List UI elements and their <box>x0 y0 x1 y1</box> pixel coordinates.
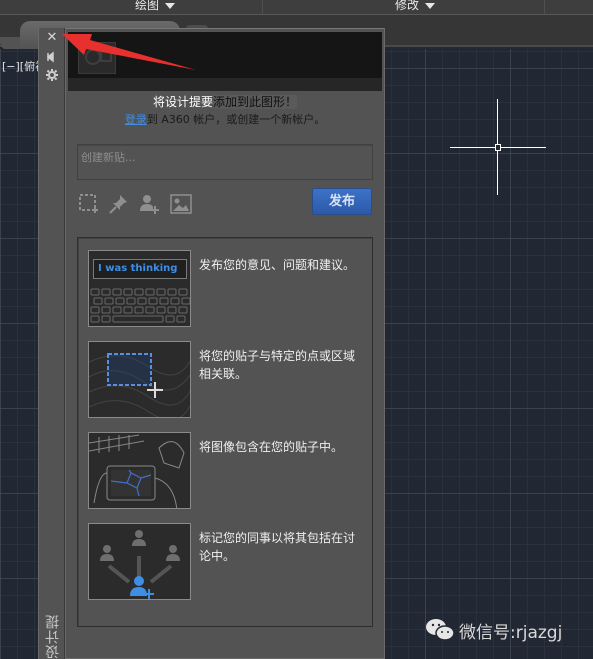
auto-hide-icon[interactable] <box>45 50 59 64</box>
ribbon-group-modify-label: 修改 <box>394 0 419 12</box>
design-feed-palette: 将设计提要添加到此图形！ 登录到 A360 帐户，或创建一个新帐户。 发布 I … <box>65 28 385 659</box>
dropdown-arrow-icon <box>425 2 435 9</box>
ribbon-separator <box>262 0 263 14</box>
tag-colleague-illustration <box>88 523 191 600</box>
ribbon-group-modify[interactable]: 修改 <box>330 0 500 14</box>
ribbon-separator <box>544 0 545 14</box>
select-area-icon[interactable] <box>78 193 100 215</box>
palette-title-strip[interactable]: ✕ 设计提要 <box>38 28 81 659</box>
intro-headline-part2: 添加到此图形！ <box>213 95 298 109</box>
intro-signin: 登录到 A360 帐户，或创建一个新帐户。 <box>66 111 384 127</box>
feature-item: 将图像包含在您的贴子中。 <box>88 432 368 512</box>
area-link-illustration <box>88 341 191 418</box>
feature-text: 将图像包含在您的贴子中。 <box>199 440 344 454</box>
intro-headline-part1: 将设计提要 <box>152 95 213 109</box>
feature-text: 标记您的同事以将其包括在讨论中。 <box>199 531 356 563</box>
palette-header <box>68 32 382 78</box>
header-thumbnail <box>78 42 116 74</box>
watermark-text: 微信号:rjazgj <box>459 622 563 643</box>
add-user-icon[interactable] <box>138 193 160 215</box>
crosshair-pickbox <box>495 144 501 151</box>
intro-signin-text: 到 A360 帐户，或创建一个新帐户。 <box>146 113 326 126</box>
illustration-textbox: I was thinking <box>93 259 187 279</box>
palette-title: 设计提要 <box>45 614 81 659</box>
ribbon-group-draw-label: 绘图 <box>134 0 159 12</box>
intro-headline: 将设计提要添加到此图形！ <box>66 93 384 110</box>
sign-in-link[interactable]: 登录 <box>125 113 147 126</box>
feature-item: 将您的贴子与特定的点或区域相关联。 <box>88 341 368 421</box>
wechat-icon <box>426 619 455 641</box>
settings-icon[interactable] <box>45 68 59 82</box>
feature-list: I was thinking 发布您的意见、问题和建议。 将您的贴子与特定的点或… <box>77 237 373 627</box>
feature-item: 标记您的同事以将其包括在讨论中。 <box>88 523 368 603</box>
keyboard-illustration: I was thinking <box>88 250 191 327</box>
ribbon-group-draw[interactable]: 绘图 <box>70 0 240 14</box>
close-icon[interactable]: ✕ <box>45 31 59 45</box>
image-icon[interactable] <box>170 193 192 215</box>
ribbon-panel-bar: 绘图 修改 <box>0 0 593 15</box>
dropdown-arrow-icon <box>165 2 175 9</box>
watermark: 微信号:rjazgj <box>425 617 562 643</box>
feature-item: I was thinking 发布您的意见、问题和建议。 <box>88 250 368 330</box>
publish-button[interactable]: 发布 <box>312 188 372 215</box>
feature-text: 发布您的意见、问题和建议。 <box>199 258 356 272</box>
header-band <box>68 78 382 91</box>
feature-text: 将您的贴子与特定的点或区域相关联。 <box>199 349 356 381</box>
pin-icon[interactable] <box>108 193 130 215</box>
new-post-input[interactable] <box>77 144 373 180</box>
image-illustration <box>88 432 191 509</box>
